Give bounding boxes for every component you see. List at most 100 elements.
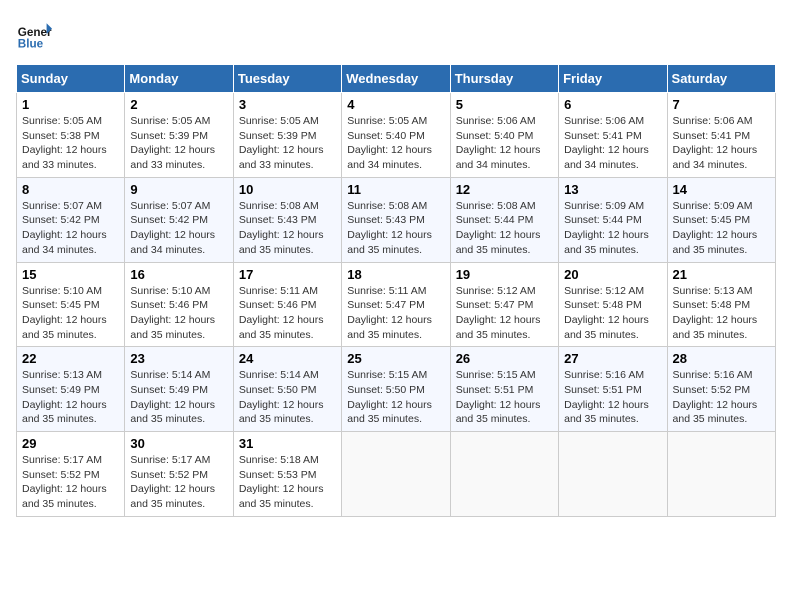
day-info: Sunrise: 5:06 AMSunset: 5:41 PMDaylight:… [564,114,661,173]
day-info: Sunrise: 5:05 AMSunset: 5:40 PMDaylight:… [347,114,444,173]
day-number: 5 [456,97,553,112]
day-number: 23 [130,351,227,366]
calendar-cell: 16 Sunrise: 5:10 AMSunset: 5:46 PMDayligh… [125,262,233,347]
calendar-cell: 9 Sunrise: 5:07 AMSunset: 5:42 PMDaylight… [125,177,233,262]
calendar-cell: 8 Sunrise: 5:07 AMSunset: 5:42 PMDaylight… [17,177,125,262]
column-header-saturday: Saturday [667,65,775,93]
day-info: Sunrise: 5:08 AMSunset: 5:44 PMDaylight:… [456,199,553,258]
day-info: Sunrise: 5:12 AMSunset: 5:48 PMDaylight:… [564,284,661,343]
day-info: Sunrise: 5:15 AMSunset: 5:51 PMDaylight:… [456,368,553,427]
day-number: 7 [673,97,770,112]
day-number: 9 [130,182,227,197]
logo: General Blue [16,16,56,52]
calendar-cell: 22 Sunrise: 5:13 AMSunset: 5:49 PMDayligh… [17,347,125,432]
day-info: Sunrise: 5:10 AMSunset: 5:45 PMDaylight:… [22,284,119,343]
calendar-cell: 1 Sunrise: 5:05 AMSunset: 5:38 PMDaylight… [17,93,125,178]
day-info: Sunrise: 5:09 AMSunset: 5:45 PMDaylight:… [673,199,770,258]
calendar-week-row: 15Sunrise: 5:10 AMSunset: 5:45 PMDayligh… [17,262,776,347]
calendar-cell [559,432,667,517]
calendar-cell: 3 Sunrise: 5:05 AMSunset: 5:39 PMDaylight… [233,93,341,178]
calendar-cell: 6 Sunrise: 5:06 AMSunset: 5:41 PMDaylight… [559,93,667,178]
calendar-cell [342,432,450,517]
calendar-cell: 24 Sunrise: 5:14 AMSunset: 5:50 PMDayligh… [233,347,341,432]
calendar-cell: 7 Sunrise: 5:06 AMSunset: 5:41 PMDaylight… [667,93,775,178]
day-number: 6 [564,97,661,112]
day-info: Sunrise: 5:13 AMSunset: 5:49 PMDaylight:… [22,368,119,427]
day-info: Sunrise: 5:16 AMSunset: 5:51 PMDaylight:… [564,368,661,427]
calendar-cell [450,432,558,517]
calendar-cell [667,432,775,517]
day-number: 21 [673,267,770,282]
day-info: Sunrise: 5:07 AMSunset: 5:42 PMDaylight:… [130,199,227,258]
day-info: Sunrise: 5:12 AMSunset: 5:47 PMDaylight:… [456,284,553,343]
day-info: Sunrise: 5:10 AMSunset: 5:46 PMDaylight:… [130,284,227,343]
calendar-week-row: 8 Sunrise: 5:07 AMSunset: 5:42 PMDaylight… [17,177,776,262]
day-info: Sunrise: 5:05 AMSunset: 5:39 PMDaylight:… [239,114,336,173]
day-number: 11 [347,182,444,197]
day-info: Sunrise: 5:11 AMSunset: 5:46 PMDaylight:… [239,284,336,343]
svg-text:Blue: Blue [18,38,44,51]
calendar-cell: 25Sunrise: 5:15 AMSunset: 5:50 PMDayligh… [342,347,450,432]
day-info: Sunrise: 5:11 AMSunset: 5:47 PMDaylight:… [347,284,444,343]
day-number: 19 [456,267,553,282]
day-number: 25 [347,351,444,366]
calendar-cell: 18 Sunrise: 5:11 AMSunset: 5:47 PMDayligh… [342,262,450,347]
day-number: 27 [564,351,661,366]
day-number: 16 [130,267,227,282]
column-header-friday: Friday [559,65,667,93]
day-number: 22 [22,351,119,366]
calendar-cell: 19 Sunrise: 5:12 AMSunset: 5:47 PMDayligh… [450,262,558,347]
day-number: 26 [456,351,553,366]
day-number: 20 [564,267,661,282]
column-header-thursday: Thursday [450,65,558,93]
day-info: Sunrise: 5:17 AMSunset: 5:52 PMDaylight:… [22,453,119,512]
day-number: 28 [673,351,770,366]
day-number: 30 [130,436,227,451]
day-info: Sunrise: 5:18 AMSunset: 5:53 PMDaylight:… [239,453,336,512]
day-number: 13 [564,182,661,197]
day-info: Sunrise: 5:08 AMSunset: 5:43 PMDaylight:… [239,199,336,258]
day-number: 17 [239,267,336,282]
calendar-cell: 29 Sunrise: 5:17 AMSunset: 5:52 PMDayligh… [17,432,125,517]
day-number: 10 [239,182,336,197]
calendar-cell: 11 Sunrise: 5:08 AMSunset: 5:43 PMDayligh… [342,177,450,262]
day-number: 18 [347,267,444,282]
calendar-table: SundayMondayTuesdayWednesdayThursdayFrid… [16,64,776,517]
day-info: Sunrise: 5:17 AMSunset: 5:52 PMDaylight:… [130,453,227,512]
calendar-cell: 5 Sunrise: 5:06 AMSunset: 5:40 PMDaylight… [450,93,558,178]
calendar-cell: 15Sunrise: 5:10 AMSunset: 5:45 PMDayligh… [17,262,125,347]
calendar-cell: 30 Sunrise: 5:17 AMSunset: 5:52 PMDayligh… [125,432,233,517]
calendar-cell: 20 Sunrise: 5:12 AMSunset: 5:48 PMDayligh… [559,262,667,347]
calendar-week-row: 22 Sunrise: 5:13 AMSunset: 5:49 PMDayligh… [17,347,776,432]
day-number: 8 [22,182,119,197]
day-info: Sunrise: 5:16 AMSunset: 5:52 PMDaylight:… [673,368,770,427]
calendar-header-row: SundayMondayTuesdayWednesdayThursdayFrid… [17,65,776,93]
calendar-cell: 21Sunrise: 5:13 AMSunset: 5:48 PMDayligh… [667,262,775,347]
day-number: 29 [22,436,119,451]
day-number: 2 [130,97,227,112]
day-info: Sunrise: 5:06 AMSunset: 5:40 PMDaylight:… [456,114,553,173]
calendar-cell: 12 Sunrise: 5:08 AMSunset: 5:44 PMDayligh… [450,177,558,262]
calendar-week-row: 1 Sunrise: 5:05 AMSunset: 5:38 PMDaylight… [17,93,776,178]
calendar-week-row: 29 Sunrise: 5:17 AMSunset: 5:52 PMDayligh… [17,432,776,517]
day-info: Sunrise: 5:07 AMSunset: 5:42 PMDaylight:… [22,199,119,258]
column-header-monday: Monday [125,65,233,93]
day-number: 3 [239,97,336,112]
calendar-cell: 2 Sunrise: 5:05 AMSunset: 5:39 PMDaylight… [125,93,233,178]
day-info: Sunrise: 5:05 AMSunset: 5:38 PMDaylight:… [22,114,119,173]
logo-icon: General Blue [16,16,52,52]
column-header-tuesday: Tuesday [233,65,341,93]
day-number: 1 [22,97,119,112]
day-number: 24 [239,351,336,366]
day-info: Sunrise: 5:14 AMSunset: 5:50 PMDaylight:… [239,368,336,427]
calendar-cell: 26 Sunrise: 5:15 AMSunset: 5:51 PMDayligh… [450,347,558,432]
day-info: Sunrise: 5:08 AMSunset: 5:43 PMDaylight:… [347,199,444,258]
calendar-cell: 14Sunrise: 5:09 AMSunset: 5:45 PMDayligh… [667,177,775,262]
day-info: Sunrise: 5:09 AMSunset: 5:44 PMDaylight:… [564,199,661,258]
calendar-cell: 13 Sunrise: 5:09 AMSunset: 5:44 PMDayligh… [559,177,667,262]
calendar-cell: 28 Sunrise: 5:16 AMSunset: 5:52 PMDayligh… [667,347,775,432]
day-number: 12 [456,182,553,197]
day-info: Sunrise: 5:05 AMSunset: 5:39 PMDaylight:… [130,114,227,173]
calendar-cell: 10 Sunrise: 5:08 AMSunset: 5:43 PMDayligh… [233,177,341,262]
day-info: Sunrise: 5:06 AMSunset: 5:41 PMDaylight:… [673,114,770,173]
